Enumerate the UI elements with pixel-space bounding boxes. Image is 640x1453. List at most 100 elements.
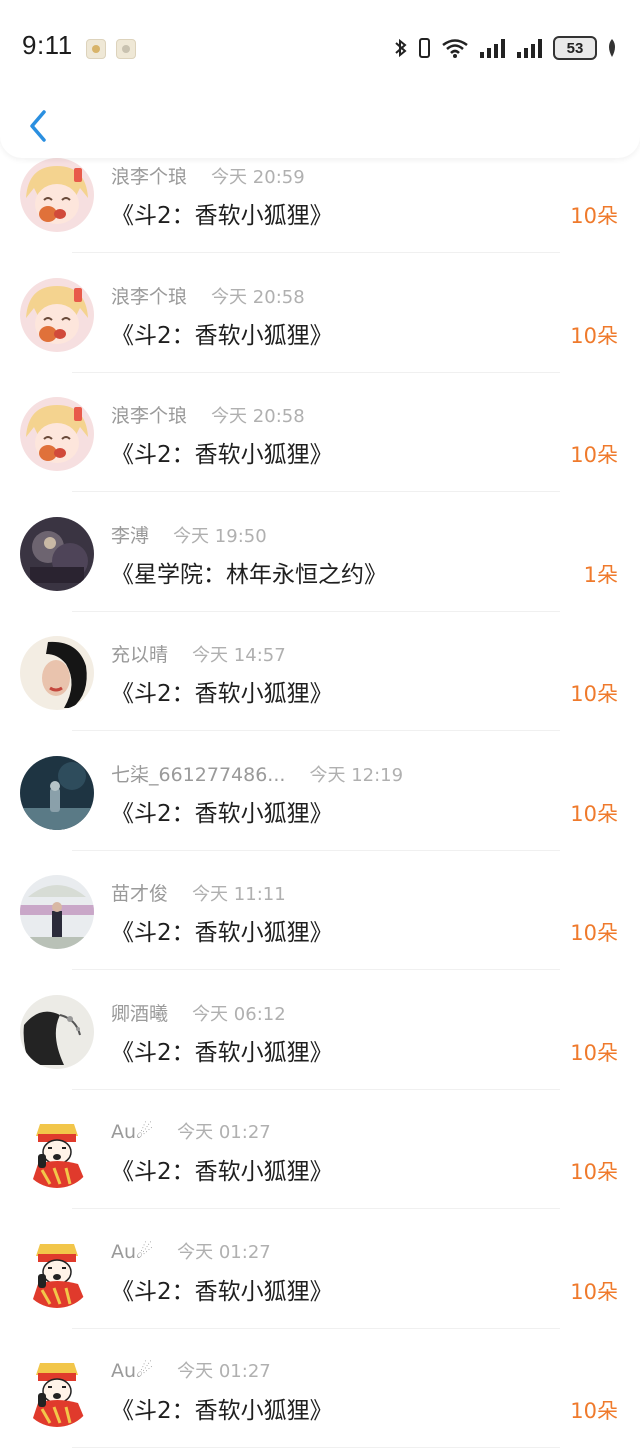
notification-icon	[86, 39, 106, 59]
username[interactable]: Au☄	[111, 1241, 153, 1263]
timestamp: 今天 20:58	[211, 406, 305, 427]
book-title[interactable]: 《斗2：香软小狐狸》	[111, 316, 333, 350]
name-line: Au☄ 今天 01:27	[111, 1118, 271, 1144]
gift-row[interactable]: 浪李个琅 今天 20:58 《斗2：香软小狐狸》 10朵	[0, 377, 640, 497]
username[interactable]: 浪李个琅	[111, 401, 187, 428]
gift-row[interactable]: Au☄ 今天 01:27 《斗2：香软小狐狸》 10朵	[0, 1214, 640, 1334]
status-icons: 53	[394, 34, 618, 62]
back-button[interactable]	[18, 104, 58, 148]
book-title[interactable]: 《斗2：香软小狐狸》	[111, 794, 333, 828]
username[interactable]: 苗才俊	[111, 879, 168, 906]
divider	[72, 491, 560, 492]
flower-count: 10朵	[570, 1399, 618, 1423]
gift-row[interactable]: Au☄ 今天 01:27 《斗2：香软小狐狸》 10朵	[0, 1094, 640, 1214]
name-line: Au☄ 今天 01:27	[111, 1357, 271, 1383]
flower-count: 10朵	[570, 204, 618, 228]
username[interactable]: 浪李个琅	[111, 282, 187, 309]
flower-count: 10朵	[570, 682, 618, 706]
gift-row[interactable]: 浪李个琅 今天 20:58 《斗2：香软小狐狸》 10朵	[0, 258, 640, 378]
divider	[72, 1208, 560, 1209]
divider	[72, 610, 560, 612]
timestamp: 今天 01:27	[177, 1361, 271, 1382]
timestamp: 今天 01:27	[177, 1122, 271, 1143]
book-title[interactable]: 《斗2：香软小狐狸》	[111, 196, 333, 230]
timestamp: 今天 20:58	[211, 286, 305, 308]
divider	[72, 969, 560, 970]
notification-icon	[116, 39, 136, 59]
battery-level: 53	[566, 39, 584, 57]
vibrate-icon	[417, 37, 431, 59]
timestamp: 今天 20:59	[211, 167, 305, 188]
book-title[interactable]: 《斗2：香软小狐狸》	[111, 913, 333, 947]
book-title[interactable]: 《星学院：林年永恒之约》	[111, 555, 387, 589]
avatar[interactable]	[20, 158, 94, 232]
gift-row[interactable]: Au☄ 今天 01:27 《斗2：香软小狐狸》 10朵	[0, 1333, 640, 1453]
gift-row[interactable]: 卿酒曦 今天 06:12 《斗2：香软小狐狸》 10朵	[0, 975, 640, 1095]
divider	[72, 730, 560, 731]
username[interactable]: 浪李个琅	[111, 162, 187, 189]
name-line: 卿酒曦 今天 06:12	[111, 999, 286, 1026]
timestamp: 今天 06:12	[192, 1003, 286, 1025]
avatar[interactable]	[20, 397, 94, 471]
book-title[interactable]: 《斗2：香软小狐狸》	[111, 1391, 333, 1425]
divider	[72, 849, 560, 851]
timestamp: 今天 12:19	[309, 764, 404, 786]
gift-row[interactable]: 充以晴 今天 14:57 《斗2：香软小狐狸》 10朵	[0, 616, 640, 736]
book-title[interactable]: 《斗2：香软小狐狸》	[111, 1033, 333, 1067]
timestamp: 今天 19:50	[173, 525, 267, 547]
gift-row[interactable]: 李溥 今天 19:50 《星学院：林年永恒之约》 1朵	[0, 497, 640, 617]
gift-list: 浪李个琅 今天 20:59 《斗2：香软小狐狸》 10朵 浪李个琅 今天 20:…	[0, 138, 640, 1453]
leaf-icon	[606, 38, 618, 58]
avatar[interactable]	[20, 1353, 94, 1427]
username[interactable]: Au☄	[111, 1360, 153, 1382]
battery-icon: 53	[553, 36, 597, 60]
timestamp: 今天 01:27	[177, 1241, 271, 1263]
divider	[72, 1447, 560, 1448]
username[interactable]: 李溥	[111, 521, 149, 548]
avatar[interactable]	[20, 636, 94, 710]
book-title[interactable]: 《斗2：香软小狐狸》	[111, 674, 333, 708]
timestamp: 今天 14:57	[192, 645, 286, 666]
username[interactable]: Au☄	[111, 1121, 153, 1143]
flower-count: 10朵	[570, 801, 618, 826]
divider	[72, 1088, 560, 1090]
name-line: 浪李个琅 今天 20:59	[111, 162, 305, 189]
book-title[interactable]: 《斗2：香软小狐狸》	[111, 1272, 333, 1306]
book-title[interactable]: 《斗2：香软小狐狸》	[111, 1152, 333, 1186]
avatar[interactable]	[20, 516, 94, 591]
flower-count: 1朵	[583, 562, 618, 587]
divider	[72, 252, 560, 253]
name-line: 李溥 今天 19:50	[111, 521, 267, 548]
name-line: Au☄ 今天 01:27	[111, 1238, 271, 1264]
signal-icon	[516, 37, 544, 59]
wifi-icon	[440, 37, 470, 59]
name-line: 浪李个琅 今天 20:58	[111, 401, 305, 428]
chevron-left-icon	[30, 110, 46, 142]
avatar[interactable]	[20, 1233, 94, 1308]
gift-row[interactable]: 七柒_661277486... 今天 12:19 《斗2：香软小狐狸》 10朵	[0, 736, 640, 856]
divider	[72, 371, 560, 373]
username[interactable]: 充以晴	[111, 640, 168, 667]
divider	[72, 1327, 560, 1329]
status-bar: 9:11 53	[0, 0, 640, 96]
flower-count: 10朵	[570, 1279, 618, 1304]
flower-count: 10朵	[570, 921, 618, 945]
avatar[interactable]	[20, 875, 94, 949]
bluetooth-icon	[394, 37, 408, 59]
avatar[interactable]	[20, 277, 94, 352]
signal-icon	[479, 37, 507, 59]
username[interactable]: 卿酒曦	[111, 999, 168, 1026]
gift-row[interactable]: 苗才俊 今天 11:11 《斗2：香软小狐狸》 10朵	[0, 855, 640, 975]
flower-count: 10朵	[570, 1040, 618, 1065]
status-time: 9:11	[22, 30, 73, 60]
avatar[interactable]	[20, 755, 94, 830]
flower-count: 10朵	[570, 323, 618, 348]
book-title[interactable]: 《斗2：香软小狐狸》	[111, 435, 333, 469]
name-line: 七柒_661277486... 今天 12:19	[111, 760, 403, 787]
flower-count: 10朵	[570, 443, 618, 467]
username[interactable]: 七柒_661277486...	[111, 760, 285, 787]
avatar[interactable]	[20, 994, 94, 1069]
name-line: 浪李个琅 今天 20:58	[111, 282, 305, 309]
name-line: 苗才俊 今天 11:11	[111, 879, 286, 906]
avatar[interactable]	[20, 1114, 94, 1188]
